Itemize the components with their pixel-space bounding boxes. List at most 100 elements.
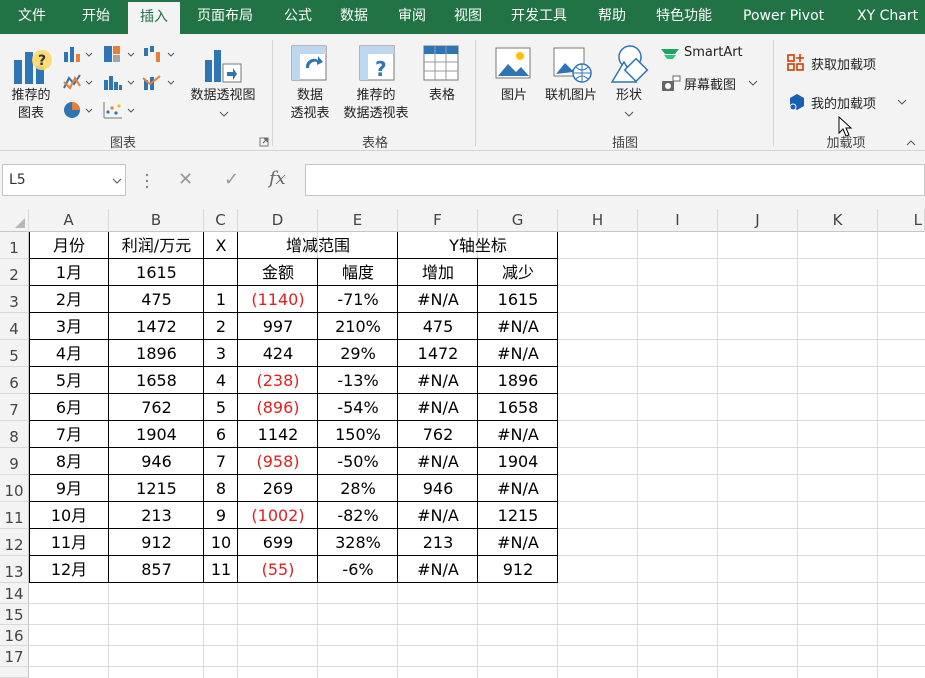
cell-f1-merged[interactable]: Y轴坐标 — [398, 232, 558, 259]
pivot-chart-dropdown-icon[interactable] — [219, 110, 229, 118]
cell-e8[interactable]: 150% — [318, 421, 398, 448]
get-addins-label[interactable]: 获取加载项 — [811, 54, 876, 73]
name-box[interactable]: L5 — [2, 164, 126, 196]
cell-e2[interactable]: 幅度 — [318, 259, 398, 286]
statistic-chart-icon[interactable] — [102, 72, 136, 92]
my-addins-icon[interactable] — [787, 92, 807, 112]
tab-review[interactable]: 审阅 — [398, 0, 426, 34]
tab-help[interactable]: 帮助 — [598, 0, 626, 34]
column-header-b[interactable]: B — [109, 209, 204, 232]
row-header[interactable]: 4 — [0, 313, 29, 340]
cell-g7[interactable]: 1658 — [478, 394, 558, 421]
recommended-pivot-icon[interactable]: ? — [358, 44, 398, 84]
cell-e3[interactable]: -71% — [318, 286, 398, 313]
column-chart-icon[interactable] — [62, 44, 94, 64]
combo-chart-icon[interactable] — [142, 72, 176, 92]
charts-dialog-launcher-icon[interactable] — [259, 137, 269, 147]
cancel-entry-button[interactable]: ✕ — [178, 169, 193, 190]
cell-g4[interactable]: #N/A — [478, 313, 558, 340]
column-header-k[interactable]: K — [798, 209, 878, 232]
cell-d10[interactable]: 269 — [238, 475, 318, 502]
cell-d8[interactable]: 1142 — [238, 421, 318, 448]
cell-c3[interactable]: 1 — [204, 286, 238, 313]
cell-e10[interactable]: 28% — [318, 475, 398, 502]
column-header-e[interactable]: E — [318, 209, 398, 232]
cell-e11[interactable]: -82% — [318, 502, 398, 529]
cell-g12[interactable]: #N/A — [478, 529, 558, 556]
cell-f12[interactable]: 213 — [398, 529, 478, 556]
cell-a5[interactable]: 4月 — [29, 340, 109, 367]
cell-c5[interactable]: 3 — [204, 340, 238, 367]
cell-f3[interactable]: #N/A — [398, 286, 478, 313]
table-label[interactable]: 表格 — [416, 86, 468, 105]
cell-f10[interactable]: 946 — [398, 475, 478, 502]
cell-c9[interactable]: 7 — [204, 448, 238, 475]
cell-a6[interactable]: 5月 — [29, 367, 109, 394]
pie-chart-icon[interactable] — [62, 100, 94, 120]
cell-e9[interactable]: -50% — [318, 448, 398, 475]
cell-c7[interactable]: 5 — [204, 394, 238, 421]
cell-c13[interactable]: 11 — [204, 556, 238, 583]
cell-b10[interactable]: 1215 — [109, 475, 204, 502]
tab-formulas[interactable]: 公式 — [284, 0, 312, 34]
cell-f6[interactable]: #N/A — [398, 367, 478, 394]
cell-b4[interactable]: 1472 — [109, 313, 204, 340]
row-header[interactable]: 11 — [0, 502, 29, 529]
hierarchy-chart-icon[interactable] — [102, 44, 136, 64]
cell-g2[interactable]: 减少 — [478, 259, 558, 286]
cell-b13[interactable]: 857 — [109, 556, 204, 583]
tab-view[interactable]: 视图 — [454, 0, 482, 34]
my-addins-label[interactable]: 我的加载项 — [811, 93, 876, 112]
cell-b8[interactable]: 1904 — [109, 421, 204, 448]
cell-a1[interactable]: 月份 — [29, 232, 109, 259]
cell-d13[interactable]: (55) — [238, 556, 318, 583]
cell-c10[interactable]: 8 — [204, 475, 238, 502]
cell-d1-merged[interactable]: 增减范围 — [238, 232, 398, 259]
smartart-icon[interactable] — [659, 45, 681, 63]
cell-a13[interactable]: 12月 — [29, 556, 109, 583]
tab-special-features[interactable]: 特色功能 — [656, 0, 712, 34]
screenshot-icon[interactable] — [661, 75, 681, 93]
row-header[interactable]: 14 — [0, 583, 29, 604]
cell-a4[interactable]: 3月 — [29, 313, 109, 340]
row-header[interactable]: 12 — [0, 529, 29, 556]
cell-c6[interactable]: 4 — [204, 367, 238, 394]
row-header[interactable]: 7 — [0, 394, 29, 421]
cell-b7[interactable]: 762 — [109, 394, 204, 421]
cell-b9[interactable]: 946 — [109, 448, 204, 475]
insert-function-button[interactable]: fx — [269, 168, 286, 189]
row-header[interactable]: 17 — [0, 646, 29, 667]
cell-c8[interactable]: 6 — [204, 421, 238, 448]
cell-f11[interactable]: #N/A — [398, 502, 478, 529]
collapse-ribbon-icon[interactable] — [905, 137, 917, 147]
cell-a3[interactable]: 2月 — [29, 286, 109, 313]
scatter-chart-icon[interactable] — [102, 100, 136, 120]
waterfall-chart-icon[interactable] — [142, 44, 176, 64]
column-header-j[interactable]: J — [718, 209, 798, 232]
recommended-pivot-label-2[interactable]: 数据透视表 — [336, 104, 416, 123]
recommended-charts-label-2[interactable]: 图表 — [6, 104, 56, 123]
column-header-a[interactable]: A — [29, 209, 109, 232]
tab-page-layout[interactable]: 页面布局 — [197, 0, 253, 34]
cell-g8[interactable]: #N/A — [478, 421, 558, 448]
formula-input[interactable] — [305, 164, 925, 196]
column-header-d[interactable]: D — [238, 209, 318, 232]
column-header-h[interactable]: H — [558, 209, 638, 232]
cell-d12[interactable]: 699 — [238, 529, 318, 556]
cell-b2[interactable]: 1615 — [109, 259, 204, 286]
cell-g10[interactable]: #N/A — [478, 475, 558, 502]
row-header[interactable]: 5 — [0, 340, 29, 367]
cell-a9[interactable]: 8月 — [29, 448, 109, 475]
cell-e12[interactable]: 328% — [318, 529, 398, 556]
get-addins-icon[interactable] — [786, 53, 806, 73]
tab-file[interactable]: 文件 — [18, 0, 46, 34]
cell-a8[interactable]: 7月 — [29, 421, 109, 448]
row-header[interactable]: 1 — [0, 232, 29, 259]
column-header-c[interactable]: C — [204, 209, 238, 232]
table-icon[interactable] — [422, 44, 462, 84]
pivot-table-icon[interactable] — [290, 44, 330, 84]
pivot-chart-icon[interactable] — [203, 46, 245, 86]
cell-b3[interactable]: 475 — [109, 286, 204, 313]
row-header[interactable]: 6 — [0, 367, 29, 394]
screenshot-label[interactable]: 屏幕截图 — [684, 74, 736, 93]
